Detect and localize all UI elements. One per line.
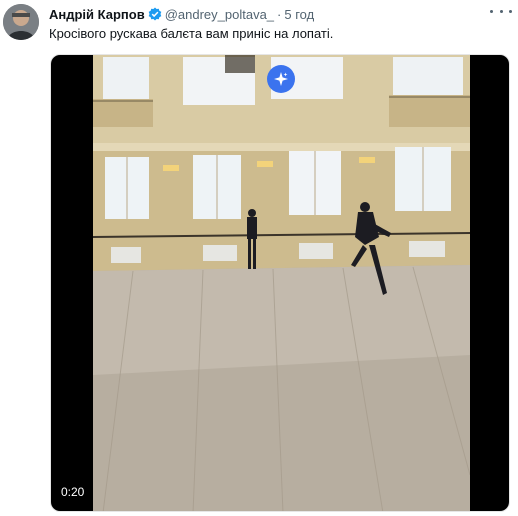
sparkle-icon[interactable]	[267, 65, 295, 93]
more-options-icon[interactable]	[490, 3, 512, 19]
tweet-header: Андрій Карпов @andrey_poltava_ · 5 год	[49, 5, 314, 23]
video-duration: 0:20	[61, 485, 85, 499]
tweet-text: Кросівого рускава балєта вам приніс на л…	[49, 26, 334, 41]
author-handle[interactable]: @andrey_poltava_	[165, 7, 274, 22]
tweet[interactable]: Андрій Карпов @andrey_poltava_ · 5 год К…	[0, 0, 518, 516]
author-name[interactable]: Андрій Карпов	[49, 7, 145, 22]
tweet-video[interactable]: 0:20	[50, 54, 510, 512]
video-frame[interactable]	[93, 55, 470, 512]
tweet-timestamp[interactable]: 5 год	[284, 7, 314, 22]
verified-badge-icon	[148, 7, 162, 21]
author-avatar[interactable]	[3, 4, 39, 40]
separator-dot: ·	[277, 6, 282, 22]
